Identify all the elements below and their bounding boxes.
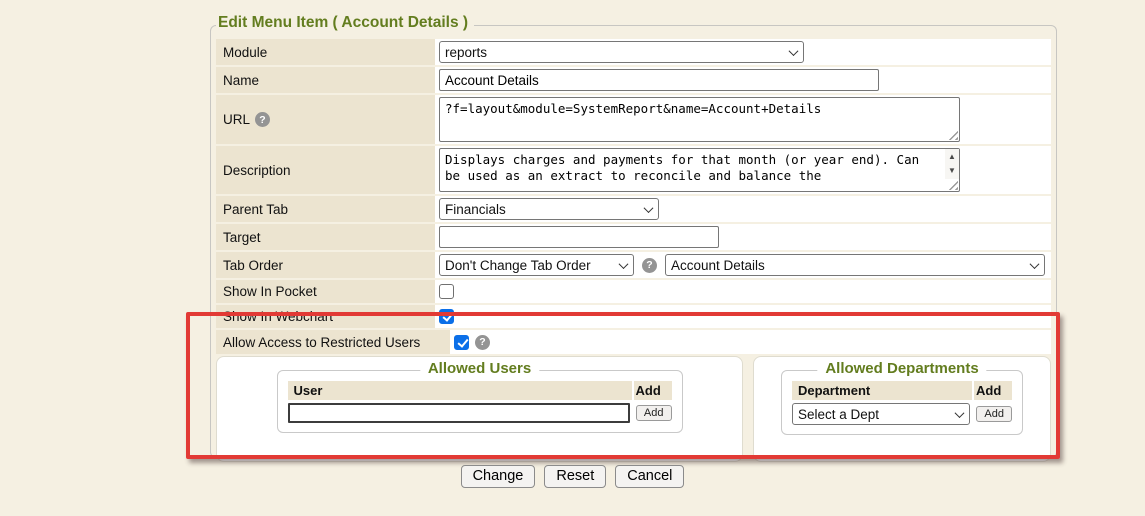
row-tab-order: Tab Order Don't Change Tab Order Account… xyxy=(216,252,1051,278)
department-select[interactable]: Select a Dept xyxy=(792,403,970,425)
field-label-show-in-pocket: Show In Pocket xyxy=(216,280,435,303)
allowed-users-header: User Add xyxy=(288,381,672,400)
description-scrollbar[interactable]: ▲ ▼ xyxy=(945,149,959,179)
module-select[interactable]: reports xyxy=(439,41,804,63)
allowed-departments-legend: Allowed Departments xyxy=(817,360,986,377)
row-target: Target xyxy=(216,224,1051,250)
row-description: Description Displays charges and payment… xyxy=(216,146,1051,194)
form-actions: Change Reset Cancel xyxy=(0,465,1145,488)
field-label-url: URL xyxy=(216,95,435,144)
reset-button[interactable]: Reset xyxy=(544,465,606,488)
field-label-name: Name xyxy=(216,67,435,93)
tab-order-item-select[interactable]: Account Details xyxy=(665,254,1045,276)
url-textarea-wrap: ?f=layout&module=SystemReport&name=Accou… xyxy=(439,97,960,142)
tab-order-help-icon[interactable] xyxy=(642,258,657,273)
allowed-departments-fieldset: Allowed Departments Department Add Selec… xyxy=(781,370,1023,435)
department-column-header: Department xyxy=(792,381,972,400)
allowed-section: Allowed Users User Add Add Allowed Depar… xyxy=(216,356,1051,462)
add-department-button[interactable]: Add xyxy=(976,406,1012,422)
tab-order-item-select-value: Account Details xyxy=(671,258,1023,273)
edit-menu-item-form: Edit Menu Item ( Account Details ) Modul… xyxy=(210,25,1057,458)
field-label-tab-order: Tab Order xyxy=(216,252,435,278)
allow-restricted-help-icon[interactable] xyxy=(475,335,490,350)
page: { "form": { "title": "Edit Menu Item ( A… xyxy=(0,0,1145,516)
row-show-in-pocket: Show In Pocket xyxy=(216,280,1051,303)
allowed-departments-card: Allowed Departments Department Add Selec… xyxy=(753,356,1051,462)
url-label-text: URL xyxy=(223,112,250,127)
allowed-departments-header: Department Add xyxy=(792,381,1012,400)
field-label-module: Module xyxy=(216,39,435,65)
row-show-in-webchart: Show In Webchart xyxy=(216,305,1051,328)
chevron-down-icon xyxy=(619,259,629,269)
field-label-parent-tab: Parent Tab xyxy=(216,196,435,222)
row-allow-restricted: Allow Access to Restricted Users xyxy=(216,330,1051,354)
parent-tab-select[interactable]: Financials xyxy=(439,198,659,220)
allowed-users-legend: Allowed Users xyxy=(420,360,539,377)
add-column-header: Add xyxy=(974,381,1012,400)
url-help-icon[interactable] xyxy=(255,112,270,127)
field-label-target: Target xyxy=(216,224,435,250)
row-parent-tab: Parent Tab Financials xyxy=(216,196,1051,222)
field-label-show-in-webchart: Show In Webchart xyxy=(216,305,435,328)
add-column-header: Add xyxy=(634,381,672,400)
chevron-down-icon xyxy=(644,203,654,213)
module-select-value: reports xyxy=(445,45,782,60)
name-input[interactable] xyxy=(439,69,879,91)
change-button[interactable]: Change xyxy=(461,465,536,488)
form-rows: Module reports Name URL ?f=la xyxy=(211,26,1056,462)
row-name: Name xyxy=(216,67,1051,93)
tab-order-select[interactable]: Don't Change Tab Order xyxy=(439,254,634,276)
chevron-down-icon xyxy=(955,408,965,418)
user-input[interactable] xyxy=(288,403,630,423)
description-textarea-wrap: Displays charges and payments for that m… xyxy=(439,148,960,192)
field-label-description: Description xyxy=(216,146,435,194)
chevron-down-icon xyxy=(789,46,799,56)
tab-order-select-value: Don't Change Tab Order xyxy=(445,258,612,273)
show-in-pocket-checkbox[interactable] xyxy=(439,284,454,299)
add-user-button[interactable]: Add xyxy=(636,405,672,421)
url-textarea[interactable]: ?f=layout&module=SystemReport&name=Accou… xyxy=(439,97,960,142)
allowed-departments-input-row: Select a Dept Add xyxy=(792,403,1012,425)
show-in-webchart-checkbox[interactable] xyxy=(439,309,454,324)
scroll-down-icon[interactable]: ▼ xyxy=(945,163,959,177)
parent-tab-select-value: Financials xyxy=(445,202,637,217)
cancel-button[interactable]: Cancel xyxy=(615,465,684,488)
user-column-header: User xyxy=(288,381,632,400)
scroll-up-icon[interactable]: ▲ xyxy=(945,149,959,163)
field-label-allow-restricted: Allow Access to Restricted Users xyxy=(216,330,450,354)
description-textarea[interactable]: Displays charges and payments for that m… xyxy=(439,148,960,192)
department-select-value: Select a Dept xyxy=(798,407,948,422)
allowed-users-fieldset: Allowed Users User Add Add xyxy=(277,370,683,433)
allowed-users-card: Allowed Users User Add Add xyxy=(216,356,743,462)
allowed-users-input-row: Add xyxy=(288,403,672,423)
row-module: Module reports xyxy=(216,39,1051,65)
row-url: URL ?f=layout&module=SystemReport&name=A… xyxy=(216,95,1051,144)
form-title: Edit Menu Item ( Account Details ) xyxy=(216,14,474,32)
target-input[interactable] xyxy=(439,226,719,248)
allow-restricted-checkbox[interactable] xyxy=(454,335,469,350)
chevron-down-icon xyxy=(1030,259,1040,269)
